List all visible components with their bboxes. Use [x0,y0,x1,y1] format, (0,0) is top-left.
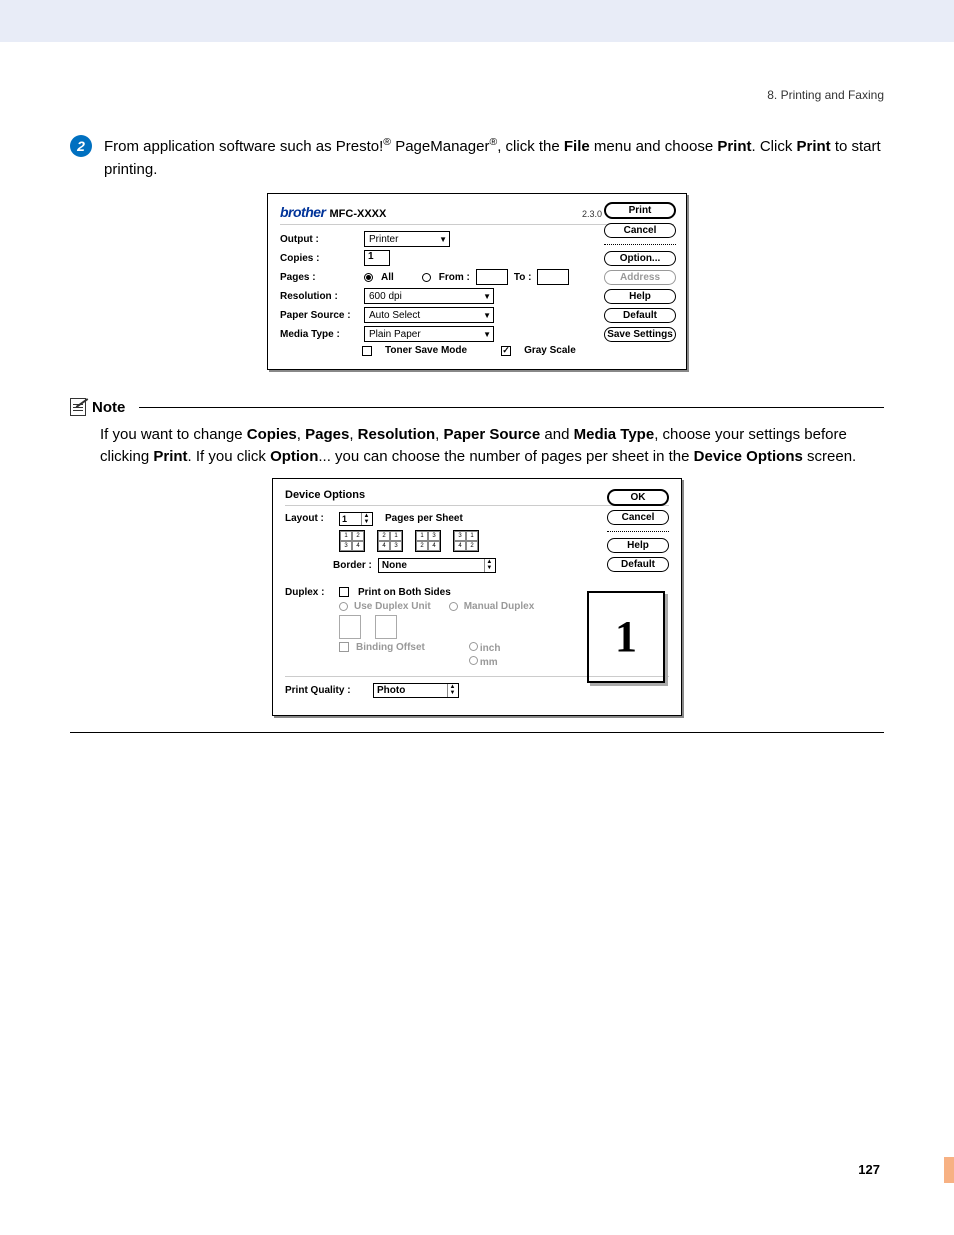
pages-label: Pages : [280,272,358,283]
model-label: MFC-XXXX [330,208,387,220]
pages-from-input[interactable] [476,269,508,285]
paper-source-label: Paper Source : [280,310,358,321]
gray-scale-label: Gray Scale [524,345,576,356]
copies-input[interactable]: 1 [364,250,390,266]
pages-from-radio[interactable] [422,273,431,282]
print-quality-select[interactable]: Photo▲▼ [373,683,459,698]
resolution-label: Resolution : [280,291,358,302]
layout-icon-4[interactable]: 3142 [453,530,479,552]
toner-save-checkbox[interactable] [362,346,372,356]
divider [604,244,676,245]
paper-source-select[interactable]: Auto Select▼ [364,307,494,323]
note-rule [139,407,884,408]
cancel-button-2[interactable]: Cancel [607,510,669,525]
option-button[interactable]: Option... [604,251,676,266]
resolution-select[interactable]: 600 dpi▼ [364,288,494,304]
default-button[interactable]: Default [604,308,676,323]
print-both-sides-checkbox[interactable] [339,587,349,597]
divider-2 [607,531,669,532]
layout-icon-1[interactable]: 1234 [339,530,365,552]
pages-all-radio[interactable] [364,273,373,282]
gray-scale-checkbox[interactable]: ✓ [501,346,511,356]
use-duplex-label: Use Duplex Unit [354,601,431,612]
manual-duplex-radio [449,602,458,611]
media-type-label: Media Type : [280,329,358,340]
use-duplex-radio [339,602,348,611]
step-number-badge: 2 [70,135,92,157]
step-2: 2 From application software such as Pres… [70,135,884,181]
layout-icon-2[interactable]: 2143 [377,530,403,552]
duplex-label: Duplex : [285,587,333,598]
pages-to-input[interactable] [537,269,569,285]
mm-radio [469,656,478,665]
inch-radio [469,642,478,651]
toner-save-label: Toner Save Mode [385,345,467,356]
address-button: Address [604,270,676,285]
border-label: Border : [333,560,372,571]
default-button-2[interactable]: Default [607,557,669,572]
page-number: 127 [858,1162,880,1177]
page-preview: 1 [587,591,665,683]
note-title: Note [92,399,125,416]
media-type-select[interactable]: Plain Paper▼ [364,326,494,342]
save-settings-button[interactable]: Save Settings [604,327,676,342]
manual-duplex-label: Manual Duplex [464,601,535,612]
pages-all-label: All [381,272,394,283]
pages-per-sheet-label: Pages per Sheet [385,513,463,524]
duplex-icon-1 [339,615,361,639]
binding-offset-label: Binding Offset [356,642,425,653]
print-quality-label: Print Quality : [285,685,367,696]
help-button-2[interactable]: Help [607,538,669,553]
output-select[interactable]: Printer▼ [364,231,450,247]
note-body: If you want to change Copies, Pages, Res… [100,424,884,468]
pages-to-label: To : [514,272,532,283]
brand-logo: brother [280,204,326,220]
device-options-dialog: Device Options Layout : 1▲▼ Pages per Sh… [272,478,682,716]
note-icon [70,398,86,416]
top-accent-bar [0,0,954,42]
print-dialog: brother MFC-XXXX 2.3.0 Output : Printer▼… [267,193,687,370]
output-label: Output : [280,234,358,245]
duplex-icon-2 [375,615,397,639]
page-tab-indicator [944,1157,954,1183]
closing-rule [70,732,884,733]
inch-label: inch [480,643,501,654]
layout-icon-3[interactable]: 1324 [415,530,441,552]
border-select[interactable]: None▲▼ [378,558,496,573]
section-header: 8. Printing and Faxing [767,88,884,102]
copies-label: Copies : [280,253,358,264]
layout-stepper[interactable]: 1▲▼ [339,512,373,526]
print-button[interactable]: Print [604,202,676,219]
pages-from-label: From : [439,272,470,283]
version-label: 2.3.0 [582,209,602,219]
print-both-sides-label: Print on Both Sides [358,587,451,598]
ok-button[interactable]: OK [607,489,669,506]
cancel-button[interactable]: Cancel [604,223,676,238]
help-button[interactable]: Help [604,289,676,304]
binding-offset-checkbox [339,642,349,652]
mm-label: mm [480,657,498,668]
step-text: From application software such as Presto… [104,135,884,181]
layout-label: Layout : [285,513,333,524]
